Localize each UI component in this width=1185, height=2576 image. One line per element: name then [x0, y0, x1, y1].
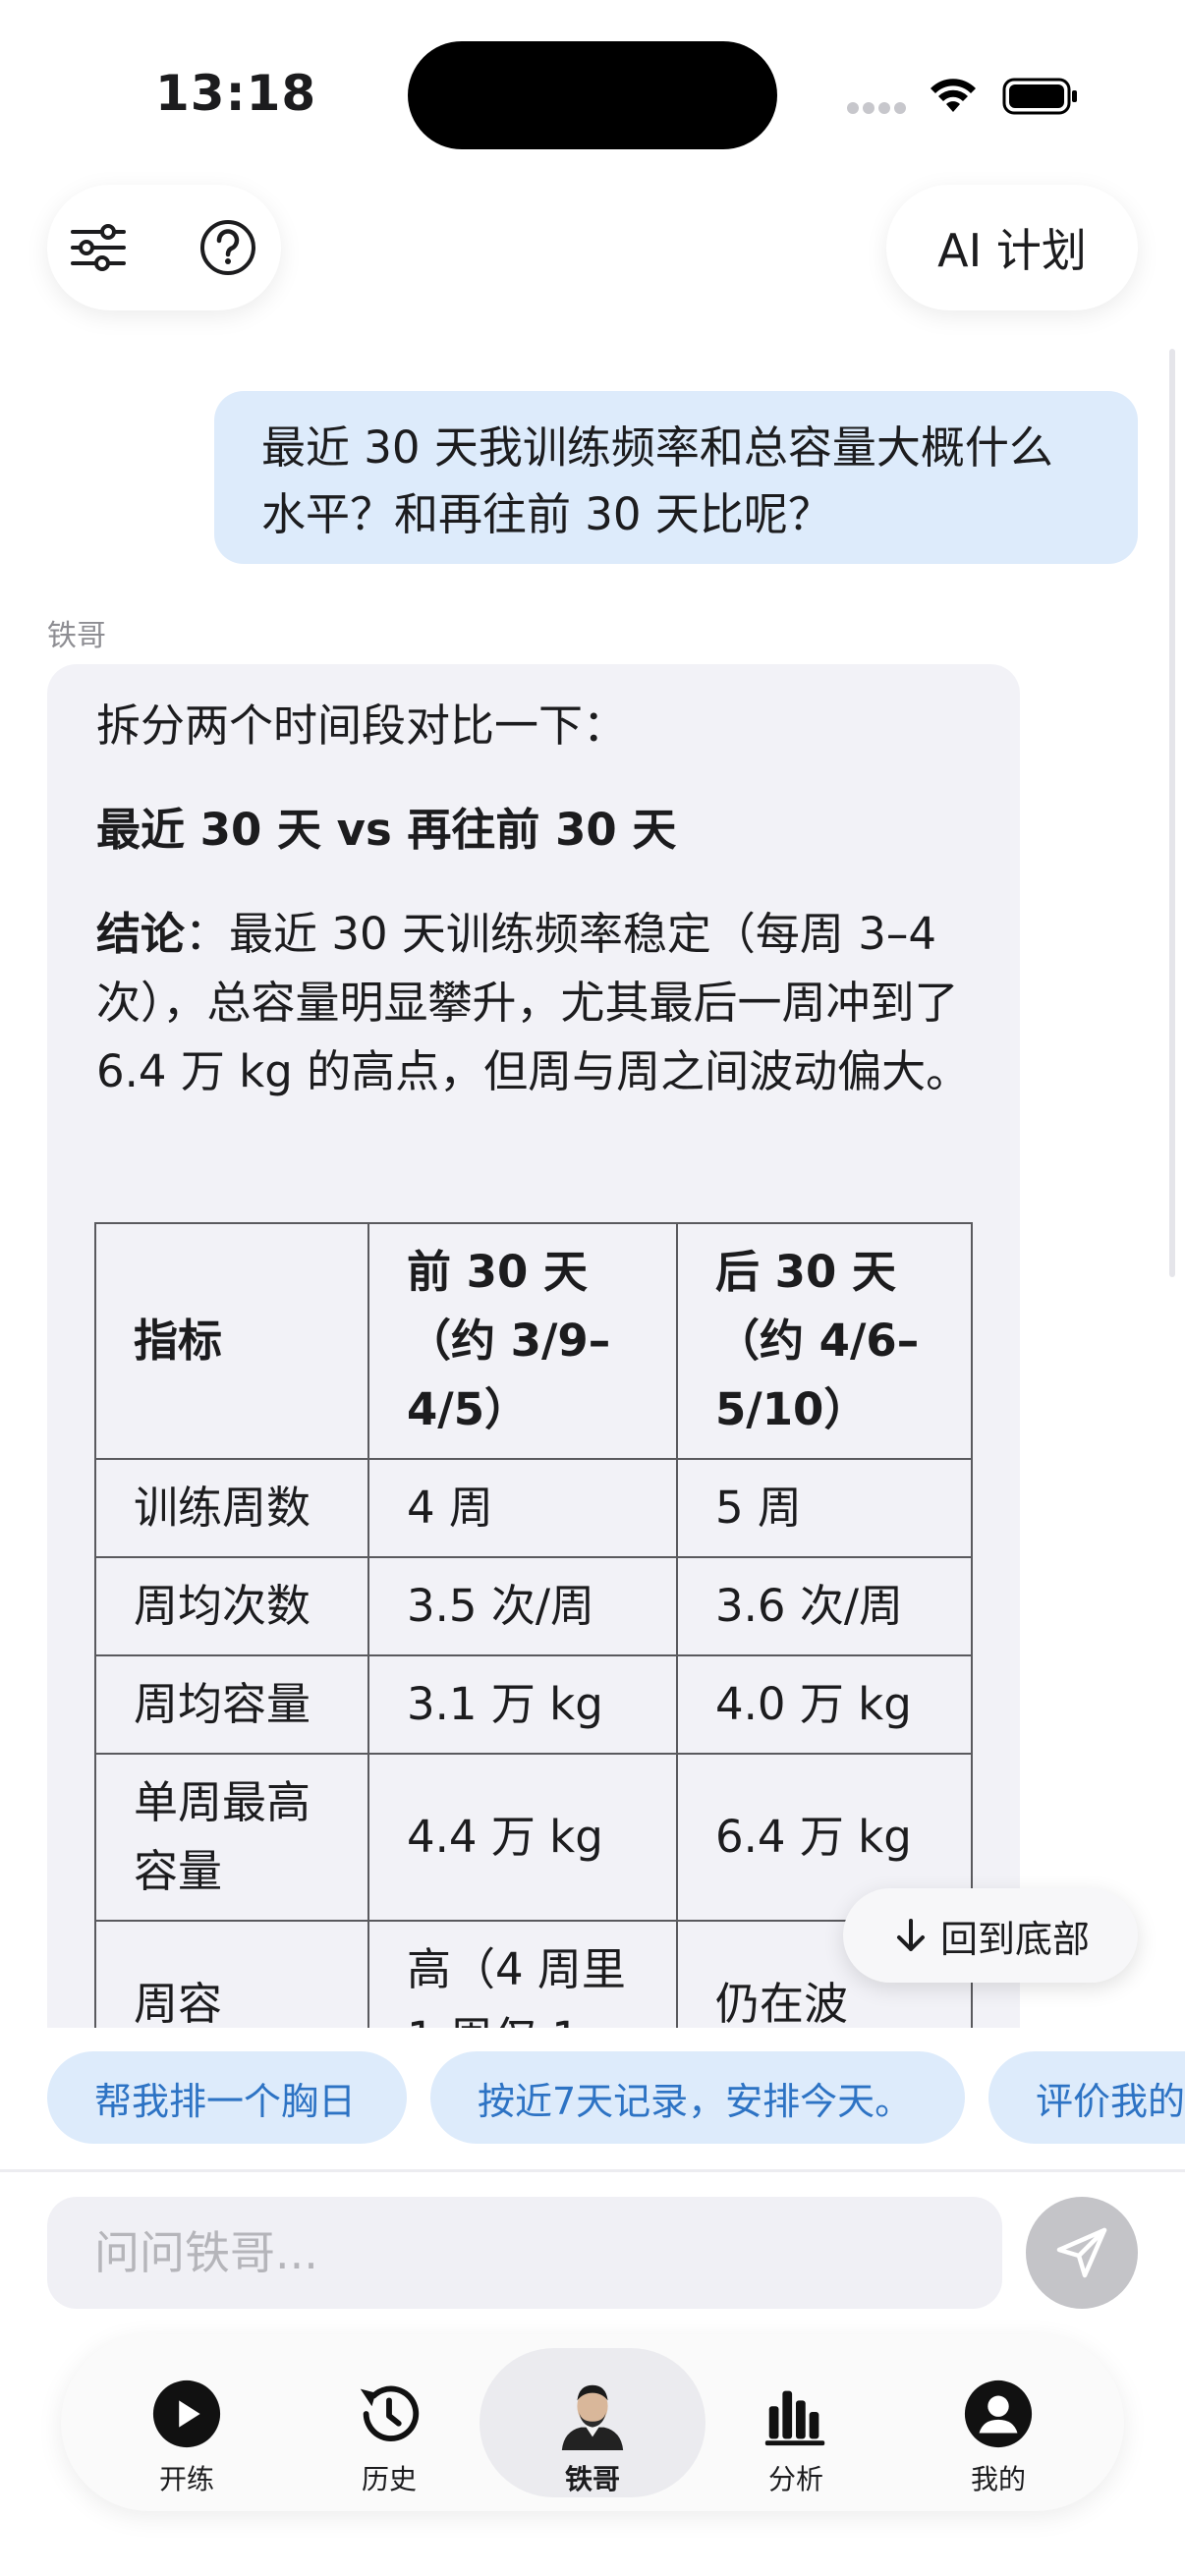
suggestion-chip[interactable]: 按近7天记录，安排今天。: [430, 2051, 965, 2144]
table-header-cell: 指标: [94, 1222, 369, 1460]
ai-plan-button[interactable]: AI 计划: [886, 185, 1138, 310]
table-cell: 周均次数: [94, 1556, 369, 1656]
table-cell: 周容: [94, 1920, 369, 2030]
table-row: 周均次数 3.5 次/周 3.6 次/周: [94, 1556, 973, 1656]
settings-sliders-icon[interactable]: [69, 218, 128, 277]
tab-label: 历史: [361, 2463, 417, 2495]
table-cell: 单周最高容量: [94, 1753, 369, 1922]
tab-label: 分析: [767, 2463, 823, 2495]
table-cell: 5 周: [676, 1458, 973, 1558]
bot-message-bubble: 拆分两个时间段对比一下： 最近 30 天 vs 再往前 30 天 结论：最近 3…: [47, 664, 1020, 2030]
cellular-signal-icon: [847, 102, 908, 116]
bot-heading: 最近 30 天 vs 再往前 30 天: [96, 804, 677, 856]
table-cell: 高（4 周里 1 周仅 1: [367, 1920, 678, 2030]
comparison-table: 指标 前 30 天（约 3/9–4/5） 后 30 天（约 4/6–5/10） …: [94, 1222, 973, 2030]
table-row: 单周最高容量 4.4 万 kg 6.4 万 kg: [94, 1753, 973, 1922]
table-row: 训练周数 4 周 5 周: [94, 1458, 973, 1558]
top-controls: [47, 185, 281, 310]
scroll-to-bottom-button[interactable]: 回到底部: [843, 1888, 1138, 1983]
table-cell: 4.4 万 kg: [367, 1753, 678, 1922]
table-row: 周均容量 3.1 万 kg 4.0 万 kg: [94, 1654, 973, 1755]
scrollbar[interactable]: [1169, 349, 1175, 1277]
scroll-to-bottom-label: 回到底部: [939, 1917, 1090, 1961]
table-header-cell: 前 30 天（约 3/9–4/5）: [367, 1222, 678, 1460]
play-icon: [152, 2380, 221, 2448]
table-header-row: 指标 前 30 天（约 3/9–4/5） 后 30 天（约 4/6–5/10）: [94, 1222, 973, 1460]
table-cell: 3.6 次/周: [676, 1556, 973, 1656]
divider: [0, 2169, 1185, 2172]
battery-icon: [1002, 78, 1077, 115]
conclusion-label: 结论: [96, 908, 186, 960]
user-message-bubble: 最近 30 天我训练频率和总容量大概什么水平？和再往前 30 天比呢？: [214, 391, 1138, 564]
send-icon: [1056, 2227, 1107, 2278]
table-cell: 周均容量: [94, 1654, 369, 1755]
table-cell: 3.5 次/周: [367, 1556, 678, 1656]
status-bar: 13:18: [0, 0, 1185, 167]
table-cell: 4 周: [367, 1458, 678, 1558]
suggestion-row: 帮我排一个胸日 按近7天记录，安排今天。 评价我的: [0, 2028, 1185, 2165]
send-button[interactable]: [1026, 2197, 1138, 2309]
suggestion-chip[interactable]: 评价我的: [988, 2051, 1185, 2144]
tab-history[interactable]: 历史: [287, 2348, 491, 2497]
profile-icon: [964, 2380, 1033, 2448]
tab-label: 开练: [158, 2463, 214, 2495]
chat-input[interactable]: [47, 2197, 1002, 2309]
tab-coach[interactable]: 铁哥: [480, 2348, 705, 2497]
tab-label: 铁哥: [564, 2463, 620, 2495]
tab-label: 我的: [970, 2463, 1026, 2495]
bot-conclusion: 结论：最近 30 天训练频率稳定（每周 3–4 次），总容量明显攀升，尤其最后一…: [96, 900, 981, 1106]
suggestion-chip[interactable]: 帮我排一个胸日: [47, 2051, 407, 2144]
table-cell: 训练周数: [94, 1458, 369, 1558]
bar-chart-icon: [764, 2390, 825, 2446]
table-row: 周容 高（4 周里 1 周仅 1 仍在波: [94, 1920, 973, 2030]
tab-bar: 开练 历史 铁哥 分析 我的: [61, 2334, 1124, 2511]
table-cell: 4.0 万 kg: [676, 1654, 973, 1755]
tab-analysis[interactable]: 分析: [694, 2348, 898, 2497]
status-time: 13:18: [155, 65, 317, 122]
tab-workout[interactable]: 开练: [85, 2348, 289, 2497]
bot-sender-name: 铁哥: [47, 619, 106, 653]
conclusion-text: ：最近 30 天训练频率稳定（每周 3–4 次），总容量明显攀升，尤其最后一周冲…: [96, 908, 971, 1097]
help-icon[interactable]: [198, 218, 257, 277]
dynamic-island: [408, 41, 777, 149]
arrow-down-icon: [896, 1919, 925, 1951]
table-cell: 3.1 万 kg: [367, 1654, 678, 1755]
wifi-icon: [931, 79, 976, 112]
bot-intro-text: 拆分两个时间段对比一下：: [96, 700, 628, 752]
coach-avatar-icon: [561, 2384, 624, 2450]
history-icon: [360, 2385, 420, 2441]
tab-profile[interactable]: 我的: [896, 2348, 1100, 2497]
table-header-cell: 后 30 天（约 4/6–5/10）: [676, 1222, 973, 1460]
